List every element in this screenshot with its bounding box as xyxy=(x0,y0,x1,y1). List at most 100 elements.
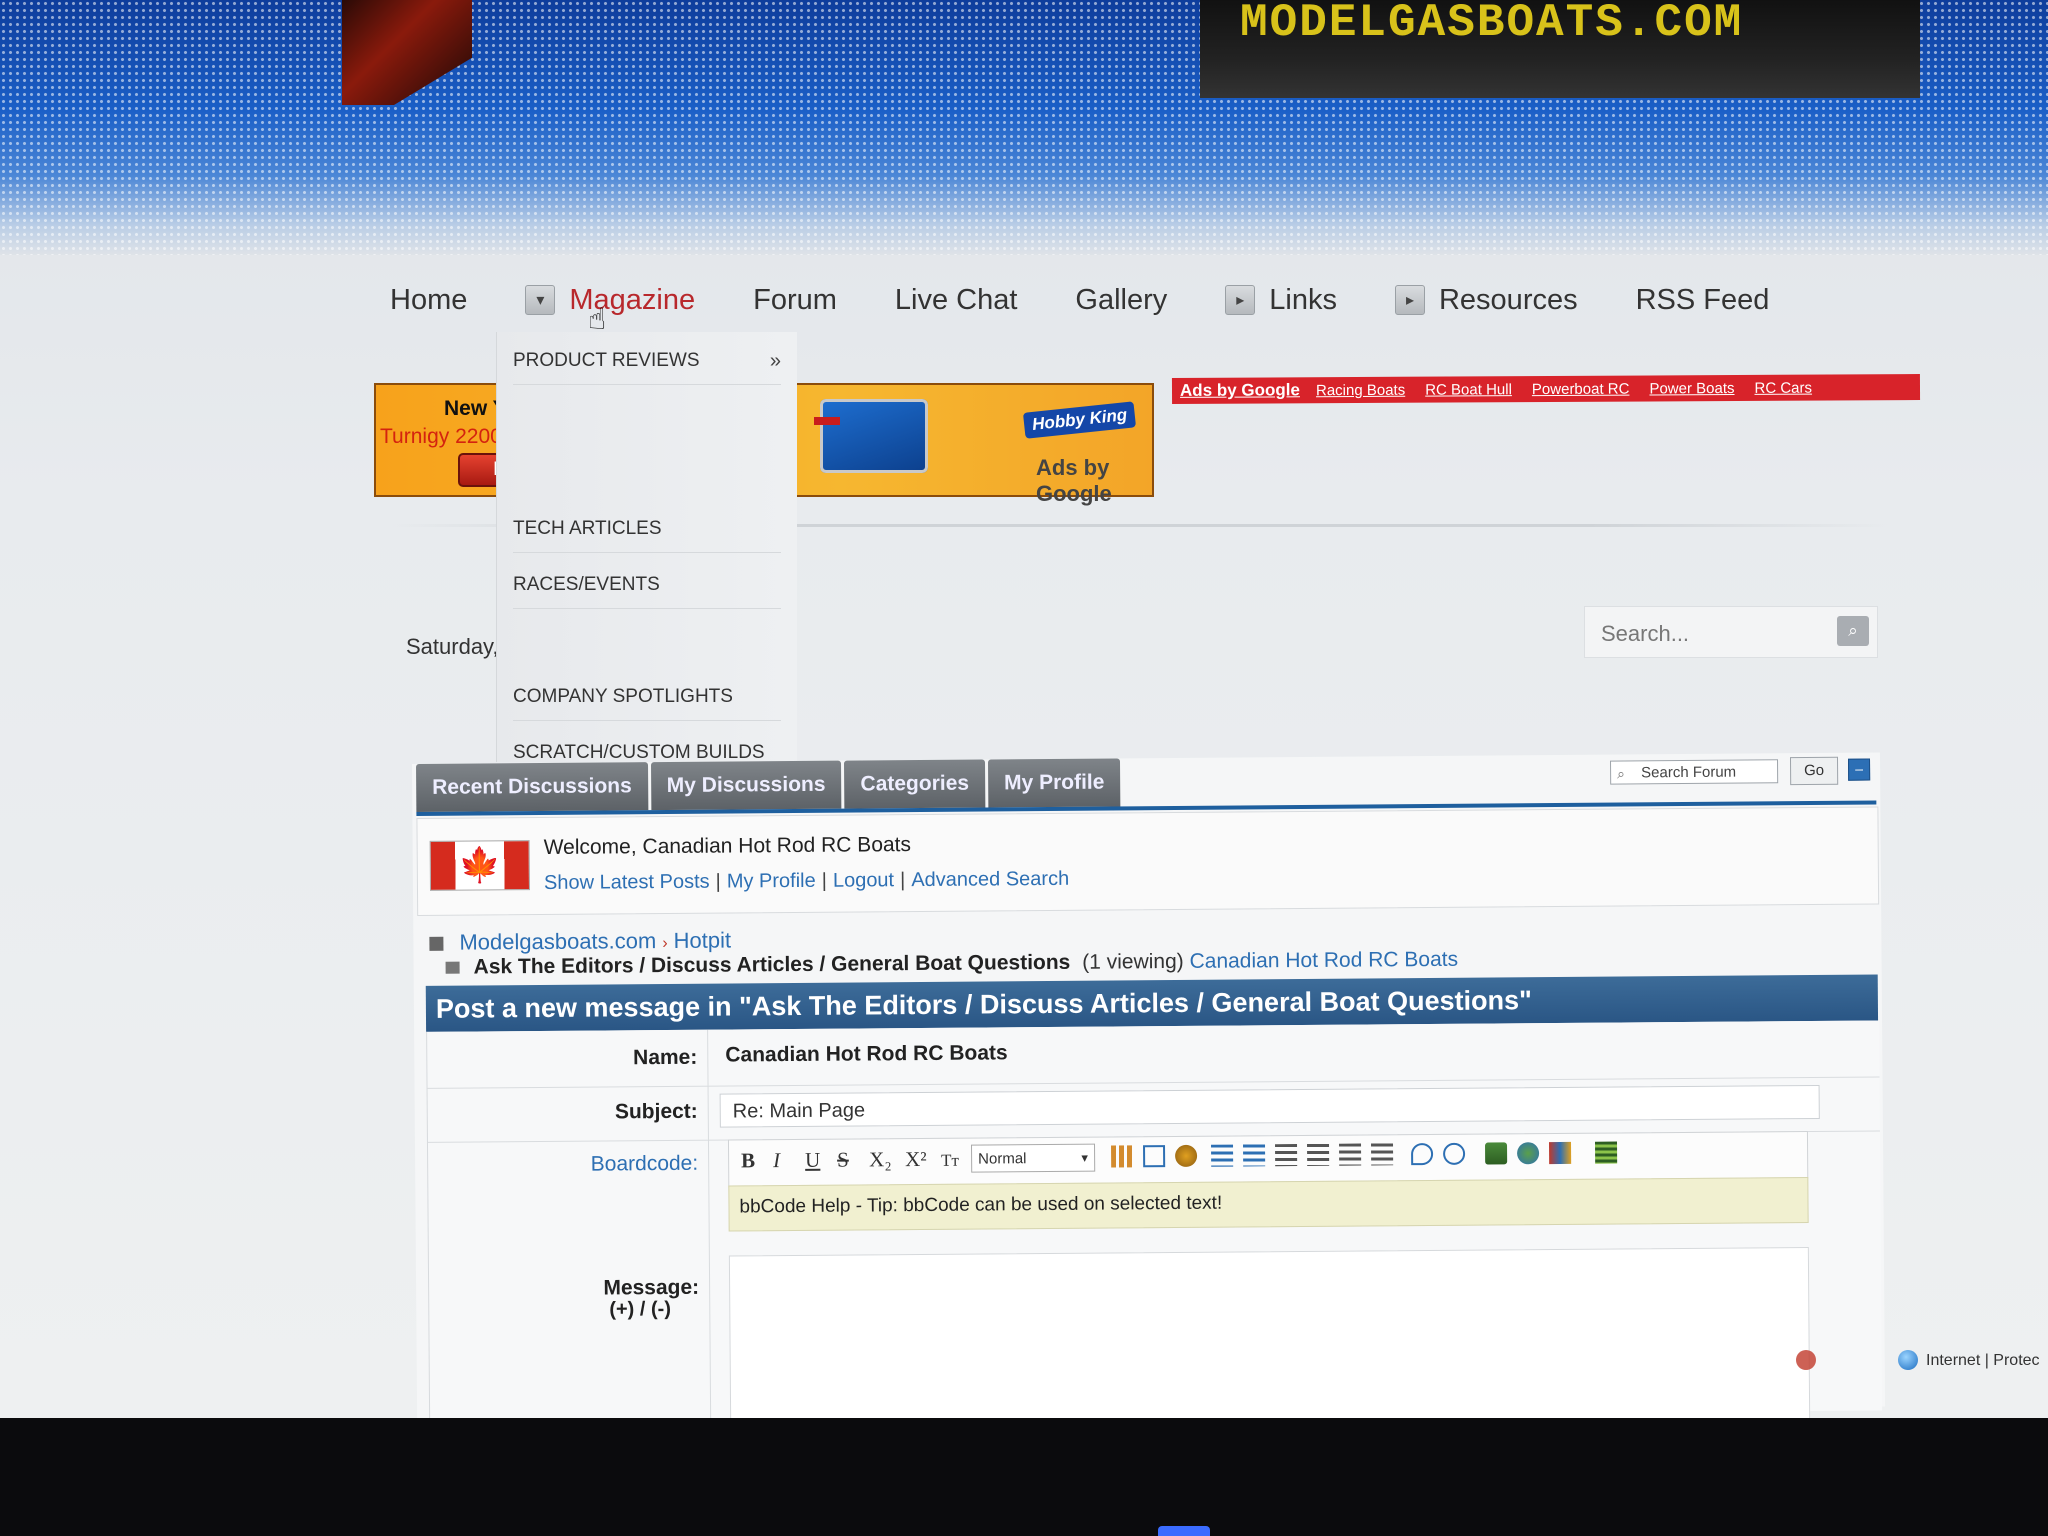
nav-home[interactable]: Home xyxy=(390,284,467,317)
chevron-down-icon: ▼ xyxy=(1079,1152,1091,1165)
subject-input[interactable]: Re: Main Page xyxy=(719,1084,1820,1128)
canada-flag-icon: 🍁 xyxy=(429,840,530,891)
ad-link[interactable]: Racing Boats xyxy=(1316,381,1405,398)
nav-forum[interactable]: Forum xyxy=(753,284,837,317)
nav-links-label: Links xyxy=(1269,283,1337,316)
nav-links[interactable]: ▸ Links xyxy=(1225,284,1337,317)
viewer-link[interactable]: Canadian Hot Rod RC Boats xyxy=(1189,948,1458,973)
link-separator: | xyxy=(715,870,721,893)
breadcrumb-site-link[interactable]: Modelgasboats.com xyxy=(459,928,656,955)
ads-by-google-link[interactable]: Ads by Google xyxy=(1180,380,1300,401)
tab-my-profile[interactable]: My Profile xyxy=(987,758,1121,808)
subject-label: Subject: xyxy=(614,1099,698,1124)
dropdown-arrow-icon[interactable]: ▾ xyxy=(525,285,556,315)
font-size-value: Normal xyxy=(978,1150,1027,1168)
breadcrumb: Modelgasboats.com › Hotpit xyxy=(429,927,731,955)
nav-live-chat[interactable]: Live Chat xyxy=(895,284,1018,317)
align-center-icon[interactable] xyxy=(1339,1143,1362,1166)
advanced-search-link[interactable]: Advanced Search xyxy=(911,868,1069,891)
site-logo[interactable]: MODELGASBOATS.COM xyxy=(1240,0,1743,46)
browser-status-bar: Internet | Protec xyxy=(1700,1346,2048,1376)
tab-my-discussions[interactable]: My Discussions xyxy=(650,760,842,811)
italic-button[interactable]: I xyxy=(773,1148,780,1173)
show-latest-posts-link[interactable]: Show Latest Posts xyxy=(544,871,710,894)
banner-corner-art xyxy=(342,0,472,105)
nav-magazine[interactable]: ▾ Magazine xyxy=(525,284,695,317)
forum-go-button[interactable]: Go xyxy=(1789,756,1839,786)
menu-item-product-reviews[interactable]: PRODUCT REVIEWS » xyxy=(513,338,781,385)
popup-blocker-icon[interactable] xyxy=(1796,1350,1816,1370)
nav-rss-feed[interactable]: RSS Feed xyxy=(1636,284,1770,317)
menu-item-races-events[interactable]: RACES/EVENTS xyxy=(513,562,781,609)
menu-item-label: COMPANY SPOTLIGHTS xyxy=(513,686,733,707)
boardcode-label[interactable]: Boardcode: xyxy=(428,1152,699,1178)
column-divider xyxy=(707,1085,709,1140)
site-banner: MODELGASBOATS.COM xyxy=(0,0,2048,255)
quote-icon[interactable] xyxy=(1411,1142,1434,1166)
monitor-power-led xyxy=(1158,1526,1210,1536)
bold-button[interactable]: B xyxy=(741,1148,755,1173)
tab-categories[interactable]: Categories xyxy=(844,759,986,809)
resize-textarea-toggle[interactable]: (+) / (-) xyxy=(609,1298,671,1321)
menu-item-label: RACES/EVENTS xyxy=(513,574,660,595)
logout-link[interactable]: Logout xyxy=(833,869,894,891)
ad-link[interactable]: RC Cars xyxy=(1754,379,1812,396)
bulleted-list-icon[interactable] xyxy=(1211,1144,1234,1167)
emoticon-icon[interactable] xyxy=(1175,1144,1198,1168)
search-icon[interactable]: ⌕ xyxy=(1837,616,1869,646)
color-grid-icon[interactable] xyxy=(1111,1145,1134,1168)
board-icon xyxy=(445,962,460,975)
align-left-icon[interactable] xyxy=(1307,1143,1330,1166)
my-profile-link[interactable]: My Profile xyxy=(727,870,816,893)
post-form: Name: Canadian Hot Rod RC Boats Subject:… xyxy=(426,1020,1883,1418)
link-icon[interactable] xyxy=(1443,1142,1466,1165)
promo-google-label: Ads by Google xyxy=(1036,455,1112,506)
forum-panel: Recent Discussions My Discussions Catego… xyxy=(412,752,1886,1418)
name-label: Name: xyxy=(633,1045,698,1070)
welcome-prefix: Welcome, xyxy=(543,835,637,859)
site-search-input[interactable]: Search... xyxy=(1601,621,1689,647)
menu-item-label: TECH ARTICLES xyxy=(513,518,662,539)
forum-search-input[interactable]: ⌕ Search Forum xyxy=(1610,759,1779,785)
welcome-box: 🍁 Welcome, Canadian Hot Rod RC Boats Sho… xyxy=(416,806,1880,916)
nav-live-chat-label: Live Chat xyxy=(894,283,1018,316)
nav-gallery[interactable]: Gallery xyxy=(1075,284,1167,317)
ad-link[interactable]: Powerboat RC xyxy=(1532,380,1630,398)
font-size-select[interactable]: Normal ▼ xyxy=(971,1143,1096,1173)
menu-item-company-spotlights[interactable]: COMPANY SPOTLIGHTS xyxy=(513,674,781,721)
align-right-icon[interactable] xyxy=(1371,1143,1394,1166)
ebay-icon[interactable] xyxy=(1549,1141,1572,1165)
browser-viewport: MODELGASBOATS.COM Home ▾ Magazine Forum … xyxy=(0,0,2048,1418)
underline-button[interactable]: U xyxy=(805,1148,820,1173)
breadcrumb-section-link[interactable]: Hotpit xyxy=(674,927,732,952)
superscript-button[interactable]: X² xyxy=(905,1147,927,1172)
strikethrough-button[interactable]: S xyxy=(837,1148,849,1173)
collapse-toggle-icon[interactable]: – xyxy=(1848,758,1871,781)
submenu-arrow-icon[interactable]: ▸ xyxy=(1225,285,1256,315)
insert-image-icon[interactable] xyxy=(1485,1142,1508,1165)
nav-resources[interactable]: ▸ Resources xyxy=(1394,283,1578,317)
nav-resources-label: Resources xyxy=(1438,283,1578,316)
battery-product-image xyxy=(814,399,928,473)
video-icon[interactable] xyxy=(1595,1141,1618,1164)
google-ad-strip: Ads by Google Racing Boats RC Boat Hull … xyxy=(1171,374,1921,404)
submenu-arrow-icon[interactable]: ▸ xyxy=(1394,285,1425,315)
image-icon[interactable] xyxy=(1143,1145,1166,1168)
ad-link[interactable]: RC Boat Hull xyxy=(1425,381,1512,398)
list-icon[interactable] xyxy=(1275,1144,1298,1167)
tab-recent-discussions[interactable]: Recent Discussions xyxy=(415,762,648,812)
menu-item-label: PRODUCT REVIEWS xyxy=(513,350,700,371)
board-title[interactable]: Ask The Editors / Discuss Articles / Gen… xyxy=(474,951,1071,979)
message-textarea[interactable] xyxy=(728,1247,1811,1418)
ad-link[interactable]: Power Boats xyxy=(1649,380,1734,397)
viewing-count: (1 viewing) xyxy=(1082,949,1184,974)
web-image-icon[interactable] xyxy=(1517,1142,1540,1165)
numbered-list-icon[interactable] xyxy=(1243,1144,1266,1167)
forum-tabs: Recent Discussions My Discussions Catego… xyxy=(415,758,1124,812)
name-value: Canadian Hot Rod RC Boats xyxy=(725,1041,1008,1067)
site-search-box: Search... ⌕ xyxy=(1584,606,1878,658)
teletype-button[interactable]: Tт xyxy=(941,1151,959,1171)
nav-gallery-label: Gallery xyxy=(1075,283,1168,316)
subscript-button[interactable]: X₂ xyxy=(869,1147,892,1172)
menu-item-tech-articles[interactable]: TECH ARTICLES xyxy=(513,506,781,553)
